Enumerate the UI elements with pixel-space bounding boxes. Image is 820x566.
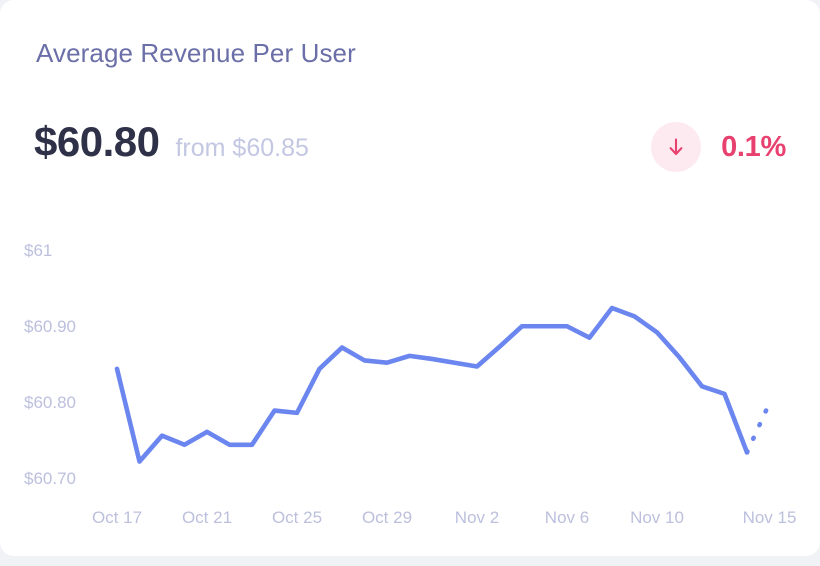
metric-comparison-label: from $60.85 [175, 134, 309, 162]
delta-indicator: 0.1% [651, 122, 786, 172]
metric-card: Average Revenue Per User $60.80 from $60… [0, 0, 820, 556]
y-tick-label: $61 [24, 241, 53, 260]
x-tick-label: Oct 29 [361, 508, 413, 527]
line-chart [114, 305, 772, 464]
x-tick-label: Oct 17 [91, 508, 143, 527]
page-title: Average Revenue Per User [36, 38, 356, 68]
x-tick-label: Nov 10 [630, 508, 684, 527]
x-tick-label: Nov 15 [742, 508, 797, 527]
y-tick-label: $60.90 [24, 317, 76, 336]
chart-plot-area [0, 0, 820, 556]
y-tick-label: $60.70 [24, 469, 76, 488]
metric-row: $60.80 from $60.85 [34, 118, 309, 166]
x-tick-label: Nov 6 [544, 508, 590, 527]
x-tick-label: Nov 2 [454, 508, 500, 527]
x-tick-label: Oct 21 [181, 508, 233, 527]
chart-line-solid [114, 305, 750, 464]
y-tick-label: $60.80 [24, 393, 76, 412]
arrow-down-icon [651, 122, 702, 172]
x-tick-label: Oct 25 [271, 508, 323, 527]
delta-value: 0.1% [721, 130, 786, 163]
metric-value: $60.80 [34, 118, 160, 165]
chart-line-projection-dashed [744, 400, 772, 455]
